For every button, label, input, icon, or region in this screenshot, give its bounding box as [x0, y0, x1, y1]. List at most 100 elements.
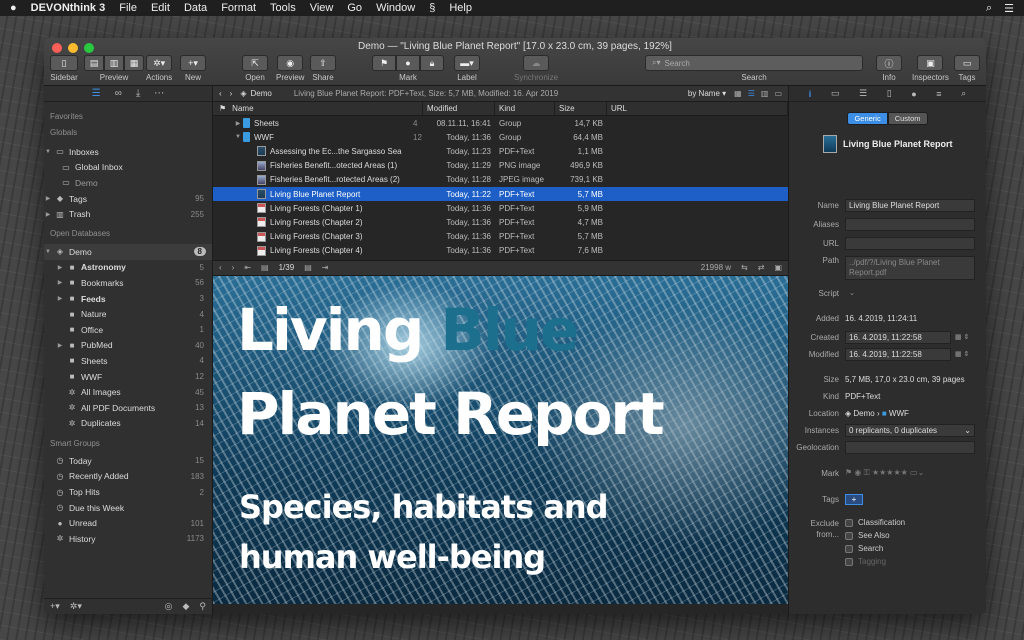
list-icon[interactable]: ≡: [936, 89, 941, 99]
ocr-icon[interactable]: ▣: [774, 263, 782, 272]
exclude-classification-checkbox[interactable]: Classification: [845, 518, 905, 527]
menu-format[interactable]: Format: [221, 2, 256, 14]
table-row[interactable]: ▶ Sheets 4 08.11.11, 16:41 Group 14,7 KB: [213, 116, 788, 130]
exclude-see-also-checkbox[interactable]: See Also: [845, 531, 905, 540]
last-page-icon[interactable]: ⇥: [322, 263, 329, 272]
more-tab-icon[interactable]: ⋯: [154, 88, 164, 99]
document-icon[interactable]: ▯: [887, 88, 892, 99]
table-row[interactable]: Living Forests (Chapter 1) Today, 11:36 …: [213, 201, 788, 215]
script-menu-icon[interactable]: §: [429, 2, 435, 14]
table-row[interactable]: Living Forests (Chapter 3) Today, 11:36 …: [213, 230, 788, 244]
path-location[interactable]: Demo: [251, 89, 272, 98]
sidebar-item-office[interactable]: ■ Office 1: [44, 322, 212, 338]
new-button[interactable]: +▾: [180, 55, 206, 71]
menu-data[interactable]: Data: [184, 2, 207, 14]
disclosure-closed-icon[interactable]: ▶: [56, 279, 64, 286]
rating-stars[interactable]: ★★★★★: [872, 468, 908, 477]
aliases-input[interactable]: [845, 217, 975, 231]
path-value[interactable]: ../pdf/?/Living Blue Planet Report.pdf: [845, 256, 975, 280]
location-path[interactable]: ◈ Demo › ■ WWF: [845, 409, 909, 418]
list-view-icon[interactable]: ☰: [748, 89, 755, 98]
sidebar-item-global-inbox[interactable]: ▭ Global Inbox: [44, 160, 212, 176]
sidebar-item-history[interactable]: ✲ History 1173: [44, 531, 212, 547]
sidebar-item-today[interactable]: ◷ Today 15: [44, 453, 212, 469]
column-name[interactable]: ⚑ Name: [213, 102, 423, 115]
sidebar-item-pubmed[interactable]: ▶ ■ PubMed 40: [44, 338, 212, 354]
table-row[interactable]: Fisheries Benefit...rotected Areas (2) T…: [213, 173, 788, 187]
info-button[interactable]: ⓘ: [876, 55, 902, 71]
sort-menu[interactable]: by Name ▾: [688, 89, 726, 98]
lock-icon[interactable]: ⚿: [864, 468, 870, 477]
table-row[interactable]: Assessing the Ec...the Sargasso Sea Toda…: [213, 144, 788, 158]
annotation-icon[interactable]: ⇆: [741, 263, 748, 272]
tags-button[interactable]: ▭: [954, 55, 980, 71]
forward-arrow-icon[interactable]: ›: [230, 89, 233, 98]
menu-view[interactable]: View: [310, 2, 334, 14]
search-icon[interactable]: ⌕: [961, 88, 966, 99]
sidebar-item-demo-db[interactable]: ▼ ◈ Demo 8: [44, 243, 212, 260]
sidebar-item-top-hits[interactable]: ◷ Top Hits 2: [44, 484, 212, 500]
disclosure-open-icon[interactable]: ▼: [44, 249, 52, 255]
control-center-icon[interactable]: ☰: [1004, 2, 1014, 15]
view-list-button[interactable]: ▤: [84, 55, 104, 71]
first-page-icon[interactable]: ⇤: [244, 263, 251, 272]
column-kind[interactable]: Kind: [495, 102, 555, 115]
sidebar-item-bookmarks[interactable]: ▶ ■ Bookmarks 56: [44, 275, 212, 291]
sidebar-item-all-images[interactable]: ✲ All Images 45: [44, 384, 212, 400]
menu-go[interactable]: Go: [347, 2, 362, 14]
menu-help[interactable]: Help: [449, 2, 472, 14]
modified-date-input[interactable]: 16. 4.2019, 11:22:58: [845, 347, 951, 361]
inspectors-button[interactable]: ▣: [917, 55, 944, 71]
disclosure-closed-icon[interactable]: ▶: [56, 295, 64, 302]
navigate-tab-icon[interactable]: ☰: [92, 88, 101, 99]
sidebar-item-sheets[interactable]: ■ Sheets 4: [44, 353, 212, 369]
sync-icon[interactable]: ◎: [165, 601, 173, 612]
menu-window[interactable]: Window: [376, 2, 415, 14]
view-split-button[interactable]: ▥: [104, 55, 124, 71]
flag-icon[interactable]: ⚑: [845, 468, 852, 477]
apple-menu-icon[interactable]: ●: [10, 2, 17, 14]
quicklook-button[interactable]: ◉: [277, 55, 304, 71]
highlight-icon[interactable]: ⇄: [758, 263, 765, 272]
disclosure-closed-icon[interactable]: ▶: [44, 195, 52, 202]
unread-button[interactable]: ●: [396, 55, 420, 71]
spotlight-search-icon[interactable]: ⌕: [986, 2, 992, 15]
document-preview[interactable]: Living Blue Planet Report Species, habit…: [213, 275, 788, 604]
created-date-input[interactable]: 16. 4.2019, 11:22:58: [845, 330, 951, 344]
synchronize-button[interactable]: ☁: [523, 55, 550, 71]
sidebar-item-demo-inbox[interactable]: ▭ Demo: [44, 175, 212, 191]
back-arrow-icon[interactable]: ‹: [219, 263, 222, 272]
sidebar-item-tags[interactable]: ▶ ◆ Tags 95: [44, 191, 212, 207]
menu-tools[interactable]: Tools: [270, 2, 296, 14]
forward-arrow-icon[interactable]: ›: [232, 263, 235, 272]
disclosure-closed-icon[interactable]: ▶: [44, 211, 52, 218]
icon-view-icon[interactable]: ▦: [734, 89, 742, 98]
actions-button[interactable]: ✲▾: [146, 55, 173, 71]
menu-edit[interactable]: Edit: [151, 2, 170, 14]
flag-button[interactable]: ⚑: [372, 55, 396, 71]
previous-page-icon[interactable]: ▤: [261, 263, 269, 272]
app-menu[interactable]: DEVONthink 3: [31, 2, 106, 14]
column-size[interactable]: Size: [555, 102, 607, 115]
stepper-icon[interactable]: ⇕: [964, 333, 970, 341]
pin-icon[interactable]: ⚲: [199, 601, 206, 612]
unread-icon[interactable]: ◉: [854, 468, 861, 477]
info-icon[interactable]: i: [809, 89, 812, 99]
sidebar-item-astronomy[interactable]: ▶ ■ Astronomy 5: [44, 260, 212, 276]
name-input[interactable]: Living Blue Planet Report: [845, 198, 975, 212]
lock-button[interactable]: 🔒︎: [420, 55, 444, 71]
disclosure-closed-icon[interactable]: ▶: [56, 264, 64, 271]
table-row-selected[interactable]: Living Blue Planet Report Today, 11:22 P…: [213, 186, 788, 202]
share-button[interactable]: ⇧: [310, 55, 336, 71]
menu-file[interactable]: File: [119, 2, 137, 14]
disclosure-open-icon[interactable]: ▼: [233, 134, 243, 140]
instances-select[interactable]: 0 replicants, 0 duplicates ⌄: [845, 423, 975, 437]
sidebar-item-unread[interactable]: ● Unread 101: [44, 515, 212, 531]
tab-custom[interactable]: Custom: [887, 112, 928, 125]
reading-list-tab-icon[interactable]: ∞: [115, 88, 122, 99]
sidebar-item-wwf[interactable]: ■ WWF 12: [44, 369, 212, 385]
concordance-icon[interactable]: ●: [911, 89, 916, 99]
content-icon[interactable]: ☰: [859, 88, 867, 99]
disclosure-open-icon[interactable]: ▼: [44, 149, 52, 155]
view-preview-button[interactable]: ▦: [124, 55, 144, 71]
